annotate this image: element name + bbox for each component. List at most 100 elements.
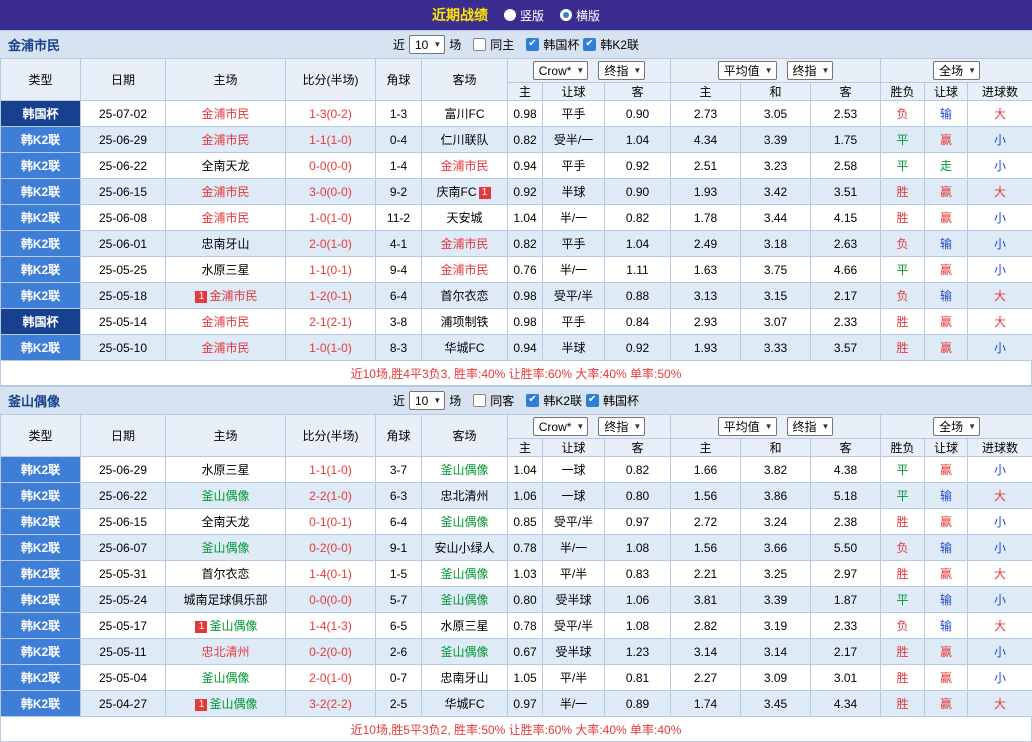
team-name: 仁川联队 xyxy=(440,133,488,147)
odds-stage-select[interactable]: 终指▼ xyxy=(598,61,645,80)
chevron-down-icon: ▼ xyxy=(822,422,830,431)
chevron-down-icon: ▼ xyxy=(765,422,773,431)
avg-away-cell: 1.75 xyxy=(811,127,881,153)
avg-away-cell: 5.18 xyxy=(811,483,881,509)
team-name: 釜山偶像 xyxy=(440,515,488,529)
score-cell: 1-4(1-3) xyxy=(286,613,376,639)
away-team-cell: 安山小绿人 xyxy=(422,535,508,561)
result-wdl-cell: 胜 xyxy=(881,639,925,665)
rank-badge: 1 xyxy=(195,621,207,633)
date-cell: 25-05-04 xyxy=(81,665,166,691)
date-cell: 25-06-08 xyxy=(81,205,166,231)
match-row: 韩K2联25-05-04釜山偶像2-0(1-0)0-7忠南牙山1.05平/半0.… xyxy=(1,665,1032,691)
odds-away-cell: 0.97 xyxy=(605,509,671,535)
radio-icon[interactable] xyxy=(504,9,516,21)
team-name: 釜山偶像 xyxy=(440,593,488,607)
league-type-cell: 韩国杯 xyxy=(1,101,81,127)
corners-cell: 6-4 xyxy=(376,283,422,309)
date-cell: 25-06-22 xyxy=(81,483,166,509)
match-row: 韩国杯25-07-02金浦市民1-3(0-2)1-3富川FC0.98平手0.90… xyxy=(1,101,1032,127)
avg-draw-cell: 3.18 xyxy=(741,231,811,257)
team-name: 釜山偶像 xyxy=(201,671,249,685)
avg-away-cell: 2.63 xyxy=(811,231,881,257)
avg-away-cell: 3.57 xyxy=(811,335,881,361)
recent-count-value: 10 xyxy=(415,38,428,52)
match-row: 韩K2联25-04-271釜山偶像3-2(2-2)2-5华城FC0.97半/一0… xyxy=(1,691,1032,717)
result-handicap-cell: 赢 xyxy=(925,127,968,153)
average-select[interactable]: 平均值▼ xyxy=(718,61,777,80)
result-wdl-cell: 平 xyxy=(881,587,925,613)
odds-handicap-cell: 受半/一 xyxy=(543,127,605,153)
col-header-result-handicap: 让球 xyxy=(925,83,968,101)
date-cell: 25-06-22 xyxy=(81,153,166,179)
odds-handicap-cell: 受平/半 xyxy=(543,283,605,309)
full-match-select[interactable]: 全场▼ xyxy=(933,61,980,80)
page-title: 近期战绩 xyxy=(432,5,488,25)
recent-count-select[interactable]: 10 ▼ xyxy=(409,35,445,54)
recent-count-select[interactable]: 10 ▼ xyxy=(409,391,445,410)
home-team-cell: 金浦市民 xyxy=(166,179,286,205)
home-team-cell: 金浦市民 xyxy=(166,205,286,231)
col-header-avg-draw: 和 xyxy=(741,439,811,457)
avg-home-cell: 2.27 xyxy=(671,665,741,691)
odds-home-cell: 1.04 xyxy=(508,205,543,231)
score-cell: 0-2(0-0) xyxy=(286,535,376,561)
bookmaker-select[interactable]: Crow*▼ xyxy=(533,61,589,80)
section-title: 金浦市民 xyxy=(8,35,60,54)
odds-handicap-cell: 一球 xyxy=(543,483,605,509)
date-cell: 25-06-15 xyxy=(81,179,166,205)
league-type-cell: 韩K2联 xyxy=(1,483,81,509)
avg-draw-cell: 3.33 xyxy=(741,335,811,361)
chevron-down-icon: ▼ xyxy=(822,66,830,75)
odds-away-cell: 0.81 xyxy=(605,665,671,691)
bookmaker-select-value: Crow* xyxy=(539,64,572,78)
layout-radio-horizontal[interactable]: 横版 xyxy=(560,7,600,24)
league-type-cell: 韩国杯 xyxy=(1,309,81,335)
col-header-result-goals: 进球数 xyxy=(968,439,1032,457)
date-cell: 25-06-29 xyxy=(81,127,166,153)
league-type-cell: 韩K2联 xyxy=(1,283,81,309)
odds-away-cell: 1.04 xyxy=(605,127,671,153)
odds-stage-select[interactable]: 终指▼ xyxy=(598,417,645,436)
rank-badge: 1 xyxy=(195,291,207,303)
avg-home-cell: 2.72 xyxy=(671,509,741,535)
col-header-avg-home: 主 xyxy=(671,439,741,457)
average-select[interactable]: 平均值▼ xyxy=(718,417,777,436)
rank-badge: 1 xyxy=(479,187,491,199)
league-checkbox-cup[interactable] xyxy=(586,394,599,407)
team-name: 天安城 xyxy=(446,211,482,225)
col-header-avg-draw: 和 xyxy=(741,83,811,101)
same-venue-checkbox[interactable] xyxy=(473,38,486,51)
corners-cell: 11-2 xyxy=(376,205,422,231)
team-name: 釜山偶像 xyxy=(201,541,249,555)
team-name: 釜山偶像 xyxy=(440,463,488,477)
league-type-cell: 韩K2联 xyxy=(1,205,81,231)
layout-radio-vertical[interactable]: 竖版 xyxy=(504,7,544,24)
bookmaker-select[interactable]: Crow*▼ xyxy=(533,417,589,436)
avg-away-cell: 2.17 xyxy=(811,283,881,309)
full-match-select[interactable]: 全场▼ xyxy=(933,417,980,436)
home-team-cell: 釜山偶像 xyxy=(166,535,286,561)
away-team-cell: 釜山偶像 xyxy=(422,561,508,587)
odds-handicap-cell: 半球 xyxy=(543,335,605,361)
result-wdl-cell: 负 xyxy=(881,101,925,127)
same-venue-checkbox[interactable] xyxy=(473,394,486,407)
corners-cell: 1-3 xyxy=(376,101,422,127)
col-header-odds-away: 客 xyxy=(605,439,671,457)
result-goals-cell: 大 xyxy=(968,613,1032,639)
league-checkbox-label: 韩国杯 xyxy=(603,392,639,409)
radio-selected-icon[interactable] xyxy=(560,9,572,21)
odds-away-cell: 0.82 xyxy=(605,457,671,483)
date-cell: 25-06-29 xyxy=(81,457,166,483)
average-stage-select[interactable]: 终指▼ xyxy=(787,61,834,80)
team-name: 全南天龙 xyxy=(201,515,249,529)
home-team-cell: 釜山偶像 xyxy=(166,665,286,691)
result-handicap-cell: 输 xyxy=(925,101,968,127)
league-checkbox-k2[interactable] xyxy=(526,394,539,407)
away-team-cell: 浦项制铁 xyxy=(422,309,508,335)
league-checkbox-cup[interactable] xyxy=(526,38,539,51)
odds-away-cell: 0.89 xyxy=(605,691,671,717)
average-stage-select[interactable]: 终指▼ xyxy=(787,417,834,436)
league-checkbox-k2[interactable] xyxy=(583,38,596,51)
odds-handicap-cell: 半/一 xyxy=(543,205,605,231)
